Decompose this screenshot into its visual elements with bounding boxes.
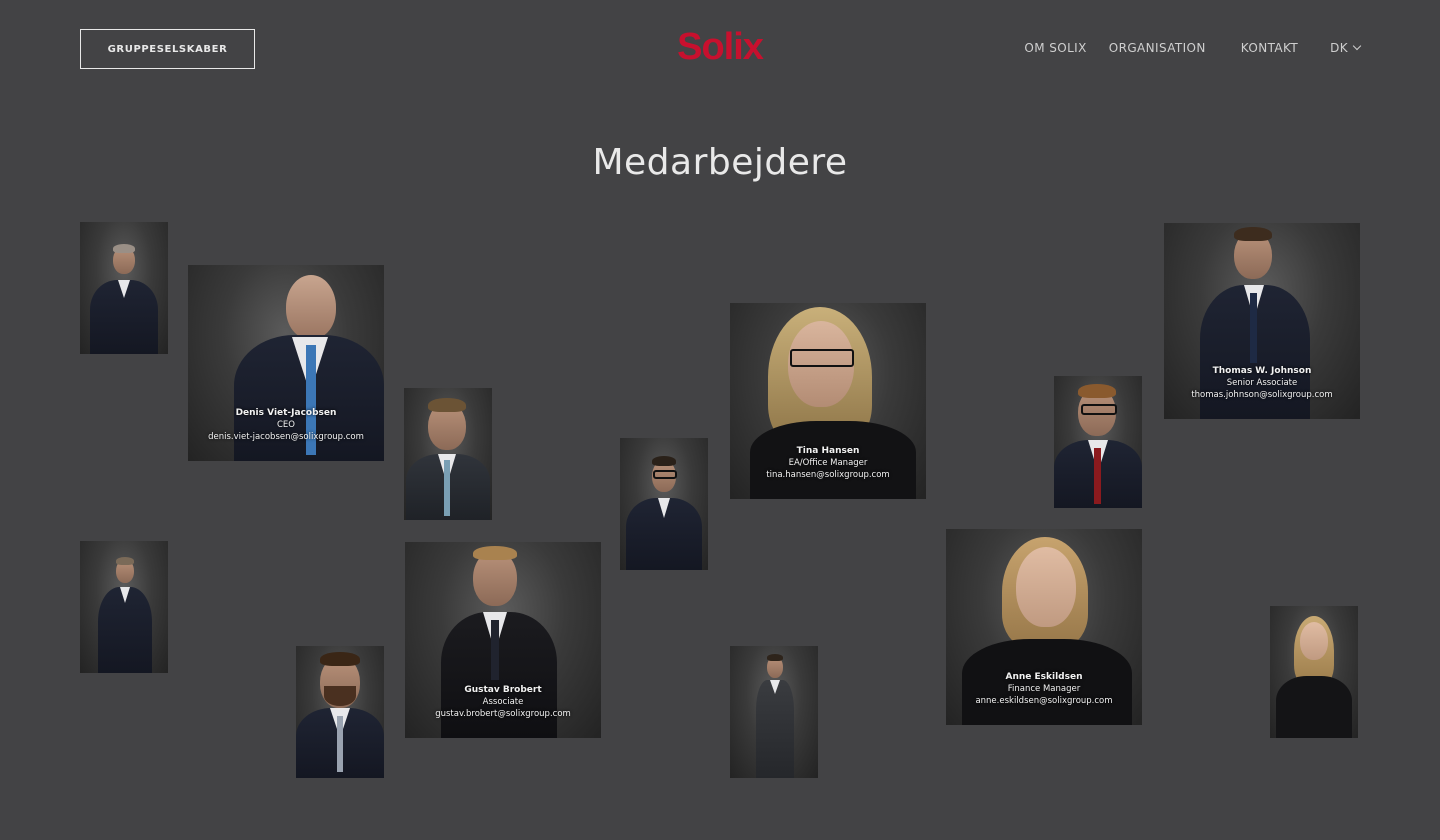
nav-item-kontakt[interactable]: KONTAKT — [1241, 41, 1298, 55]
employee-email[interactable]: thomas.johnson@solixgroup.com — [1164, 389, 1360, 401]
employee-name: Tina Hansen — [796, 446, 860, 456]
employee-photo[interactable] — [1054, 376, 1142, 508]
employee-card-gustav[interactable]: Gustav Brobert Associate gustav.brobert@… — [405, 542, 601, 738]
employee-role: CEO — [277, 420, 295, 430]
employee-photo[interactable] — [80, 541, 168, 673]
employee-photo[interactable] — [1270, 606, 1358, 738]
employee-caption: Tina Hansen EA/Office Manager tina.hanse… — [730, 445, 926, 481]
employee-card-anne[interactable]: Anne Eskildsen Finance Manager anne.eski… — [946, 529, 1142, 725]
nav-item-organisation[interactable]: ORGANISATION — [1109, 41, 1206, 55]
employee-name: Gustav Brobert — [464, 685, 542, 695]
employee-email[interactable]: anne.eskildsen@solixgroup.com — [946, 695, 1142, 707]
employee-caption: Thomas W. Johnson Senior Associate thoma… — [1164, 365, 1360, 401]
employee-role: EA/Office Manager — [788, 458, 868, 468]
employee-card-tina[interactable]: Tina Hansen EA/Office Manager tina.hanse… — [730, 303, 926, 499]
employee-photo[interactable] — [80, 222, 168, 354]
main-nav: OM SOLIX ORGANISATION KONTAKT DK — [1024, 41, 1362, 55]
employee-email[interactable]: gustav.brobert@solixgroup.com — [405, 708, 601, 720]
employee-role: Finance Manager — [1007, 684, 1081, 694]
employee-caption: Gustav Brobert Associate gustav.brobert@… — [405, 684, 601, 720]
employee-card-thomas[interactable]: Thomas W. Johnson Senior Associate thoma… — [1164, 223, 1360, 419]
employee-photo[interactable] — [296, 646, 384, 778]
employee-caption: Denis Viet-Jacobsen CEO denis.viet-jacob… — [188, 407, 384, 443]
language-label: DK — [1330, 41, 1348, 55]
employee-role: Senior Associate — [1226, 378, 1298, 388]
employee-caption: Anne Eskildsen Finance Manager anne.eski… — [946, 671, 1142, 707]
employee-name: Denis Viet-Jacobsen — [235, 408, 337, 418]
site-header: GRUPPESELSKABER Solix OM SOLIX ORGANISAT… — [0, 0, 1440, 100]
employee-email[interactable]: denis.viet-jacobsen@solixgroup.com — [188, 431, 384, 443]
chevron-down-icon — [1352, 41, 1362, 51]
employee-photo[interactable] — [730, 646, 818, 778]
language-selector[interactable]: DK — [1330, 41, 1362, 55]
employee-role: Associate — [482, 697, 524, 707]
employee-card-denis[interactable]: Denis Viet-Jacobsen CEO denis.viet-jacob… — [188, 265, 384, 461]
page-title: Medarbejdere — [592, 142, 848, 183]
employee-name: Thomas W. Johnson — [1212, 366, 1312, 376]
employee-name: Anne Eskildsen — [1005, 672, 1083, 682]
nav-item-om-solix[interactable]: OM SOLIX — [1024, 41, 1086, 55]
employee-email[interactable]: tina.hansen@solixgroup.com — [730, 469, 926, 481]
employee-photo[interactable] — [404, 388, 492, 520]
employee-photo[interactable] — [620, 438, 708, 570]
